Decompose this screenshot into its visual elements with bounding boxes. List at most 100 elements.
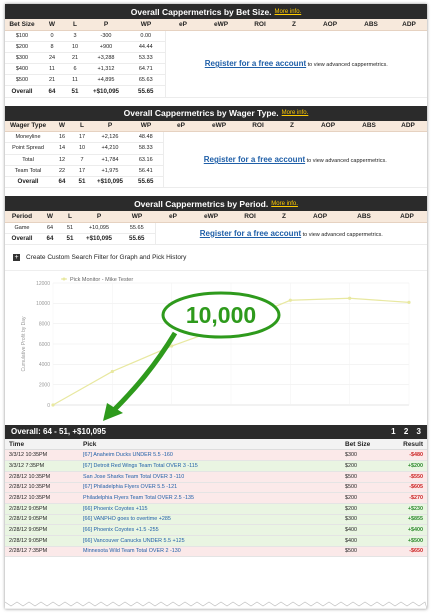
- cell: 3: [65, 30, 85, 42]
- data-point[interactable]: [170, 344, 174, 348]
- cell: $500: [5, 74, 39, 87]
- period-table: Period W L P WP eP eWP ROI Z AOP ABS ADP…: [5, 211, 427, 245]
- col-header: L: [61, 211, 79, 223]
- data-point[interactable]: [348, 296, 352, 300]
- cell: 24: [39, 52, 65, 65]
- wager-type-section: Overall Cappermetrics by Wager Type. Mor…: [5, 105, 427, 189]
- cell: +$10,095: [85, 85, 127, 98]
- cell: 11: [65, 74, 85, 87]
- custom-filter-toggle[interactable]: + Create Custom Search Filter for Graph …: [5, 245, 427, 271]
- col-header: AOP: [299, 211, 341, 223]
- register-promo: Register for a free account to view adva…: [162, 131, 427, 189]
- data-point[interactable]: [51, 403, 55, 407]
- pick-link[interactable]: [67] Philadelphia Flyers OVER 5.5 -121: [79, 482, 341, 494]
- bet-size-cell: $500: [341, 546, 391, 558]
- col-header: Result: [391, 438, 427, 451]
- section-title: Overall Cappermetrics by Bet Size. More …: [5, 4, 427, 19]
- y-tick-label: 0: [47, 403, 50, 409]
- cell: Total: [5, 154, 51, 166]
- col-header: Time: [5, 438, 79, 451]
- cell: 58.33: [129, 142, 163, 155]
- pick-link[interactable]: [66] VANPHO goes to overtime +285: [79, 514, 341, 526]
- plus-icon[interactable]: +: [13, 253, 20, 261]
- data-point[interactable]: [110, 369, 114, 373]
- col-header: ADP: [389, 120, 427, 133]
- more-info-link[interactable]: More info.: [282, 110, 309, 116]
- register-promo-text: to view advanced cappermetrics.: [307, 62, 388, 69]
- col-header: ADP: [391, 19, 427, 31]
- data-point[interactable]: [288, 298, 292, 302]
- time-cell: 3/3/12 10:35PM: [5, 449, 79, 462]
- bet-size-cell: $300: [341, 449, 391, 462]
- cell: 63.16: [129, 154, 163, 166]
- cell: 16: [51, 131, 73, 144]
- col-header: eP: [163, 120, 199, 133]
- page: Overall Cappermetrics by Bet Size. More …: [5, 4, 427, 609]
- cell: +$10,095: [91, 176, 129, 189]
- bet-size-cell: $400: [341, 524, 391, 536]
- cell: +$10,095: [79, 233, 119, 245]
- time-cell: 2/28/12 9:05PM: [5, 535, 79, 547]
- pick-link[interactable]: [66] Phoenix Coyotes +115: [79, 503, 341, 515]
- col-header: L: [65, 19, 85, 31]
- cell: 21: [65, 52, 85, 65]
- time-cell: 2/28/12 10:35PM: [5, 471, 79, 483]
- pick-link[interactable]: Philadelphia Flyers Team Total OVER 2.5 …: [79, 492, 341, 504]
- col-header: L: [73, 120, 91, 133]
- register-promo-text: to view advanced cappermetrics.: [302, 231, 383, 238]
- col-header: Wager Type: [5, 120, 51, 133]
- register-link[interactable]: Register for a free account: [205, 59, 306, 68]
- pick-link[interactable]: [66] Vancouver Canucks UNDER 5.5 +125: [79, 535, 341, 547]
- col-header: eP: [155, 211, 191, 223]
- col-header: ROI: [239, 120, 277, 133]
- cell: +1,975: [91, 165, 129, 177]
- annotation-callout: 10,000: [103, 291, 281, 421]
- col-header: ADP: [387, 211, 427, 223]
- cell: $400: [5, 63, 39, 76]
- more-info-link[interactable]: More info.: [271, 201, 298, 207]
- cell: +4,210: [91, 142, 129, 155]
- cell: 7: [73, 154, 91, 166]
- col-header: AOP: [309, 19, 351, 31]
- y-tick-label: 12000: [36, 281, 50, 287]
- result-cell: +$230: [391, 503, 427, 515]
- table-row: 2/28/12 9:05PM [66] Phoenix Coyotes +115 $…: [5, 503, 427, 515]
- cell: $100: [5, 30, 39, 42]
- result-cell: +$400: [391, 524, 427, 536]
- legend-entry: Pick Monitor - Mike Tester: [70, 277, 133, 283]
- bet-size-cell: $400: [341, 535, 391, 547]
- table-row: Game 64 51 +10,095 55.65 Register for a …: [5, 222, 427, 245]
- pick-link[interactable]: [67] Anaheim Ducks UNDER 5.5 -160: [79, 449, 341, 462]
- cell: 0: [39, 30, 65, 42]
- table-header-row: Time Pick Bet Size Result: [5, 438, 427, 451]
- cell: 55.65: [129, 176, 163, 189]
- pick-link[interactable]: San Jose Sharks Team Total OVER 3 -110: [79, 471, 341, 483]
- register-link[interactable]: Register for a free account: [204, 155, 305, 164]
- bet-size-cell: $200: [341, 503, 391, 515]
- col-header: Z: [277, 120, 307, 133]
- section-title-text: Overall Cappermetrics by Period.: [134, 198, 269, 209]
- annotation-arrow-shaft: [111, 331, 178, 413]
- more-info-link[interactable]: More info.: [275, 9, 302, 15]
- page-link-3[interactable]: 3: [417, 427, 421, 436]
- data-point[interactable]: [407, 300, 411, 304]
- table-header-row: Period W L P WP eP eWP ROI Z AOP ABS ADP: [5, 211, 427, 223]
- section-title-text: Overall Cappermetrics by Wager Type.: [123, 108, 279, 119]
- legend-swatch-dot: [62, 277, 66, 281]
- col-header: Bet Size: [5, 19, 39, 31]
- y-axis-label: Cumulative Profit by Day: [21, 316, 27, 372]
- pick-link[interactable]: Minnesota Wild Team Total OVER 2 -130: [79, 546, 341, 558]
- cell: Overall: [5, 176, 51, 189]
- col-header: eWP: [191, 211, 231, 223]
- page-link-2[interactable]: 2: [404, 427, 408, 436]
- pick-link[interactable]: [66] Phoenix Coyotes +1.5 -255: [79, 524, 341, 536]
- result-cell: -$480: [391, 449, 427, 462]
- register-link[interactable]: Register for a free account: [200, 229, 301, 238]
- col-header: WP: [127, 19, 165, 31]
- bet-size-cell: $500: [341, 471, 391, 483]
- pick-history-table: Time Pick Bet Size Result 3/3/12 10:35PM…: [5, 438, 427, 558]
- page-link-1[interactable]: 1: [391, 427, 395, 436]
- pick-link[interactable]: [67] Detroit Red Wings Team Total OVER 3…: [79, 460, 341, 472]
- cell: 8: [39, 41, 65, 53]
- cell: 64: [51, 176, 73, 189]
